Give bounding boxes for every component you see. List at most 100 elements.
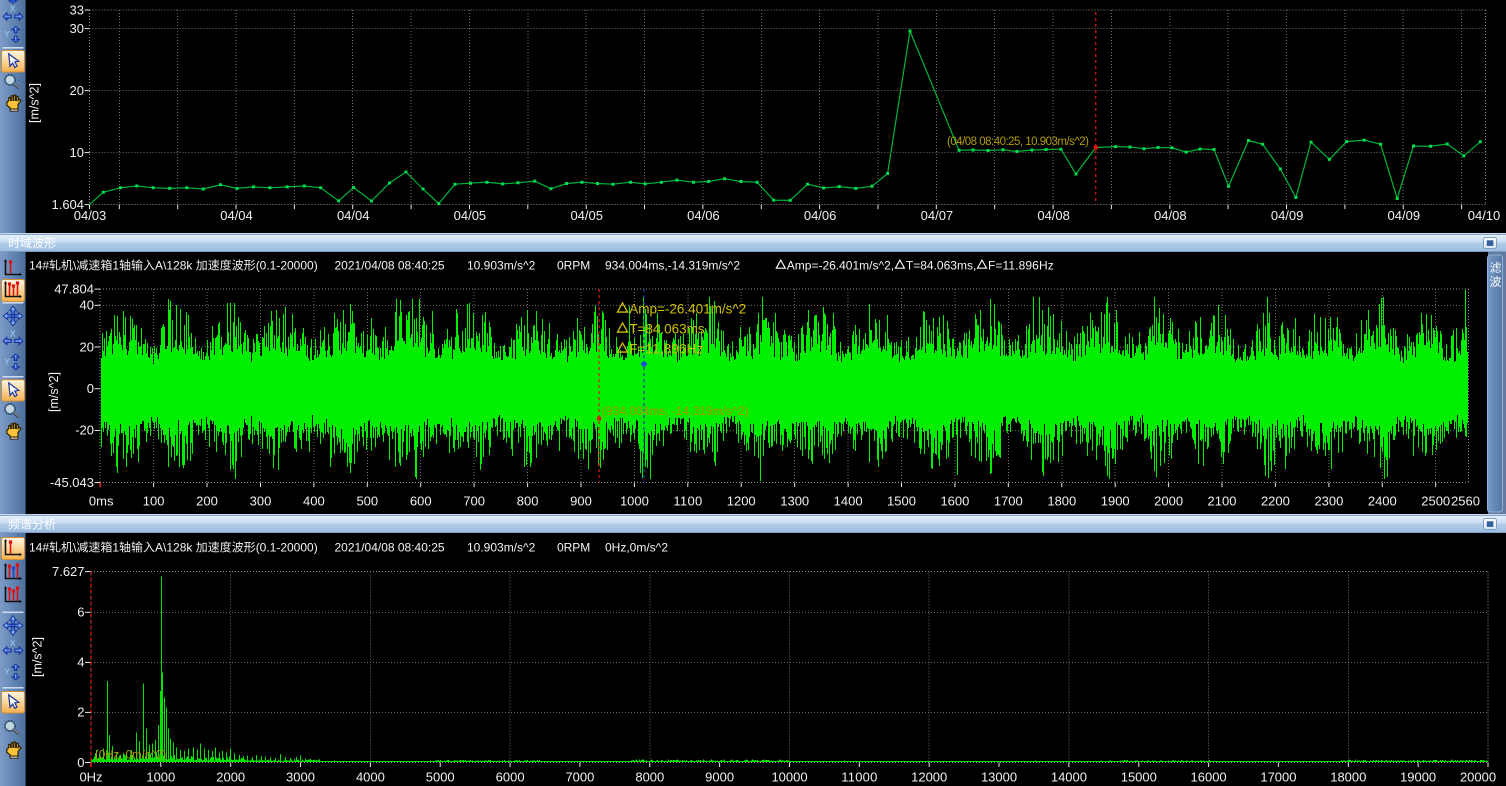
- svg-text:0RPM: 0RPM: [557, 259, 590, 273]
- svg-text:A\128k: A\128k: [155, 541, 193, 555]
- svg-text:Amp=-26.401m/s^2: Amp=-26.401m/s^2: [629, 302, 746, 317]
- svg-text:18000: 18000: [1330, 770, 1366, 785]
- svg-text:X: X: [10, 4, 16, 14]
- svg-text:04/09: 04/09: [1271, 208, 1304, 223]
- svg-text:2560: 2560: [1451, 494, 1480, 509]
- svg-text:10000: 10000: [771, 770, 807, 785]
- svg-text:30: 30: [70, 21, 85, 36]
- svg-text:3000: 3000: [286, 770, 315, 785]
- svg-text:-20: -20: [75, 423, 94, 438]
- svg-text:20: 20: [80, 339, 95, 354]
- svg-text:04/05: 04/05: [454, 208, 487, 223]
- svg-text:0RPM: 0RPM: [557, 541, 590, 555]
- svg-text:14#: 14#: [29, 541, 49, 555]
- svg-text:04/03: 04/03: [74, 208, 107, 223]
- svg-text:19000: 19000: [1400, 770, 1436, 785]
- svg-text:2200: 2200: [1261, 494, 1290, 509]
- svg-text:0: 0: [77, 755, 84, 770]
- svg-text:40: 40: [80, 298, 95, 313]
- svg-text:9000: 9000: [705, 770, 734, 785]
- svg-text:200: 200: [196, 494, 218, 509]
- svg-text:17000: 17000: [1260, 770, 1296, 785]
- svg-text:04/04: 04/04: [220, 208, 253, 223]
- svg-text:47.804: 47.804: [54, 281, 94, 296]
- svg-text:500: 500: [356, 494, 378, 509]
- svg-text:04/08: 04/08: [1154, 208, 1187, 223]
- svg-text:4000: 4000: [356, 770, 385, 785]
- svg-text:Y: Y: [4, 357, 10, 367]
- svg-text:1400: 1400: [834, 494, 863, 509]
- svg-text:2100: 2100: [1208, 494, 1237, 509]
- svg-text:[m/s^2]: [m/s^2]: [47, 372, 61, 412]
- svg-text:900: 900: [570, 494, 592, 509]
- svg-text:2000: 2000: [1154, 494, 1183, 509]
- svg-text:1500: 1500: [887, 494, 916, 509]
- svg-text:Y: Y: [4, 667, 10, 677]
- svg-text:14#: 14#: [29, 259, 49, 273]
- svg-text:1900: 1900: [1101, 494, 1130, 509]
- svg-text:600: 600: [410, 494, 432, 509]
- svg-text:T=84.063ms: T=84.063ms: [629, 322, 705, 337]
- svg-text:2300: 2300: [1314, 494, 1343, 509]
- svg-text:0Hz,0m/s^2: 0Hz,0m/s^2: [605, 541, 668, 555]
- svg-text:04/06: 04/06: [804, 208, 837, 223]
- svg-text:[m/s^2]: [m/s^2]: [31, 637, 45, 677]
- svg-text:Y: Y: [4, 29, 10, 39]
- svg-text:04/05: 04/05: [570, 208, 603, 223]
- svg-text:11000: 11000: [841, 770, 877, 785]
- svg-text:1100: 1100: [673, 494, 702, 509]
- svg-text:X: X: [10, 638, 16, 648]
- svg-text:1600: 1600: [940, 494, 969, 509]
- svg-text:(934.004ms, -14.319m/s^2): (934.004ms, -14.319m/s^2): [602, 404, 748, 418]
- svg-text:10.903m/s^2: 10.903m/s^2: [467, 259, 536, 273]
- svg-text:04/06: 04/06: [687, 208, 720, 223]
- svg-text:[m/s^2]: [m/s^2]: [28, 83, 42, 123]
- svg-text:10: 10: [70, 145, 85, 160]
- svg-text:16000: 16000: [1191, 770, 1227, 785]
- svg-text:2400: 2400: [1368, 494, 1397, 509]
- svg-text:15000: 15000: [1121, 770, 1157, 785]
- svg-text:300: 300: [250, 494, 272, 509]
- svg-text:04/04: 04/04: [337, 208, 370, 223]
- svg-text:8000: 8000: [635, 770, 664, 785]
- svg-text:X: X: [10, 329, 16, 339]
- svg-text:100: 100: [143, 494, 165, 509]
- svg-text:10.903m/s^2: 10.903m/s^2: [467, 541, 536, 555]
- svg-text:20: 20: [70, 83, 85, 98]
- svg-text:33: 33: [70, 2, 85, 17]
- svg-text:2021/04/08 08:40:25: 2021/04/08 08:40:25: [335, 259, 445, 273]
- svg-text:6000: 6000: [496, 770, 525, 785]
- svg-text:7.627: 7.627: [52, 564, 85, 579]
- svg-text:F=11.896Hz: F=11.896Hz: [629, 342, 703, 357]
- svg-text:(04/08 08:40:25, 10.903m/s^2): (04/08 08:40:25, 10.903m/s^2): [947, 136, 1089, 148]
- svg-text:14000: 14000: [1051, 770, 1087, 785]
- svg-text:1: 1: [112, 541, 119, 555]
- svg-text:T=84.063ms,: T=84.063ms,: [906, 259, 976, 273]
- svg-text:2021/04/08 08:40:25: 2021/04/08 08:40:25: [335, 541, 445, 555]
- svg-text:04/08: 04/08: [1037, 208, 1070, 223]
- svg-text:1000: 1000: [146, 770, 175, 785]
- svg-text:1200: 1200: [727, 494, 756, 509]
- svg-text:04/10: 04/10: [1468, 208, 1501, 223]
- svg-text:1300: 1300: [780, 494, 809, 509]
- svg-text:Amp=-26.401m/s^2,: Amp=-26.401m/s^2,: [787, 259, 894, 273]
- svg-text:5000: 5000: [426, 770, 455, 785]
- svg-text:-45.043: -45.043: [50, 475, 94, 490]
- svg-text:13000: 13000: [981, 770, 1017, 785]
- svg-text:1700: 1700: [994, 494, 1023, 509]
- svg-text:(0.1-20000): (0.1-20000): [256, 541, 318, 555]
- svg-text:2: 2: [77, 705, 84, 720]
- svg-text:A\128k: A\128k: [155, 259, 193, 273]
- svg-text:400: 400: [303, 494, 325, 509]
- svg-text:04/09: 04/09: [1388, 208, 1421, 223]
- svg-text:(0Hz, 0m/s^2): (0Hz, 0m/s^2): [95, 750, 166, 762]
- svg-text:934.004ms,-14.319m/s^2: 934.004ms,-14.319m/s^2: [605, 259, 740, 273]
- svg-text:(0.1-20000): (0.1-20000): [256, 259, 318, 273]
- svg-text:F=11.896Hz: F=11.896Hz: [988, 259, 1054, 273]
- svg-text:2500: 2500: [1421, 494, 1450, 509]
- svg-text:800: 800: [517, 494, 539, 509]
- svg-text:0: 0: [87, 381, 94, 396]
- svg-text:7000: 7000: [565, 770, 594, 785]
- svg-text:04/07: 04/07: [921, 208, 954, 223]
- svg-text:0ms: 0ms: [89, 494, 114, 509]
